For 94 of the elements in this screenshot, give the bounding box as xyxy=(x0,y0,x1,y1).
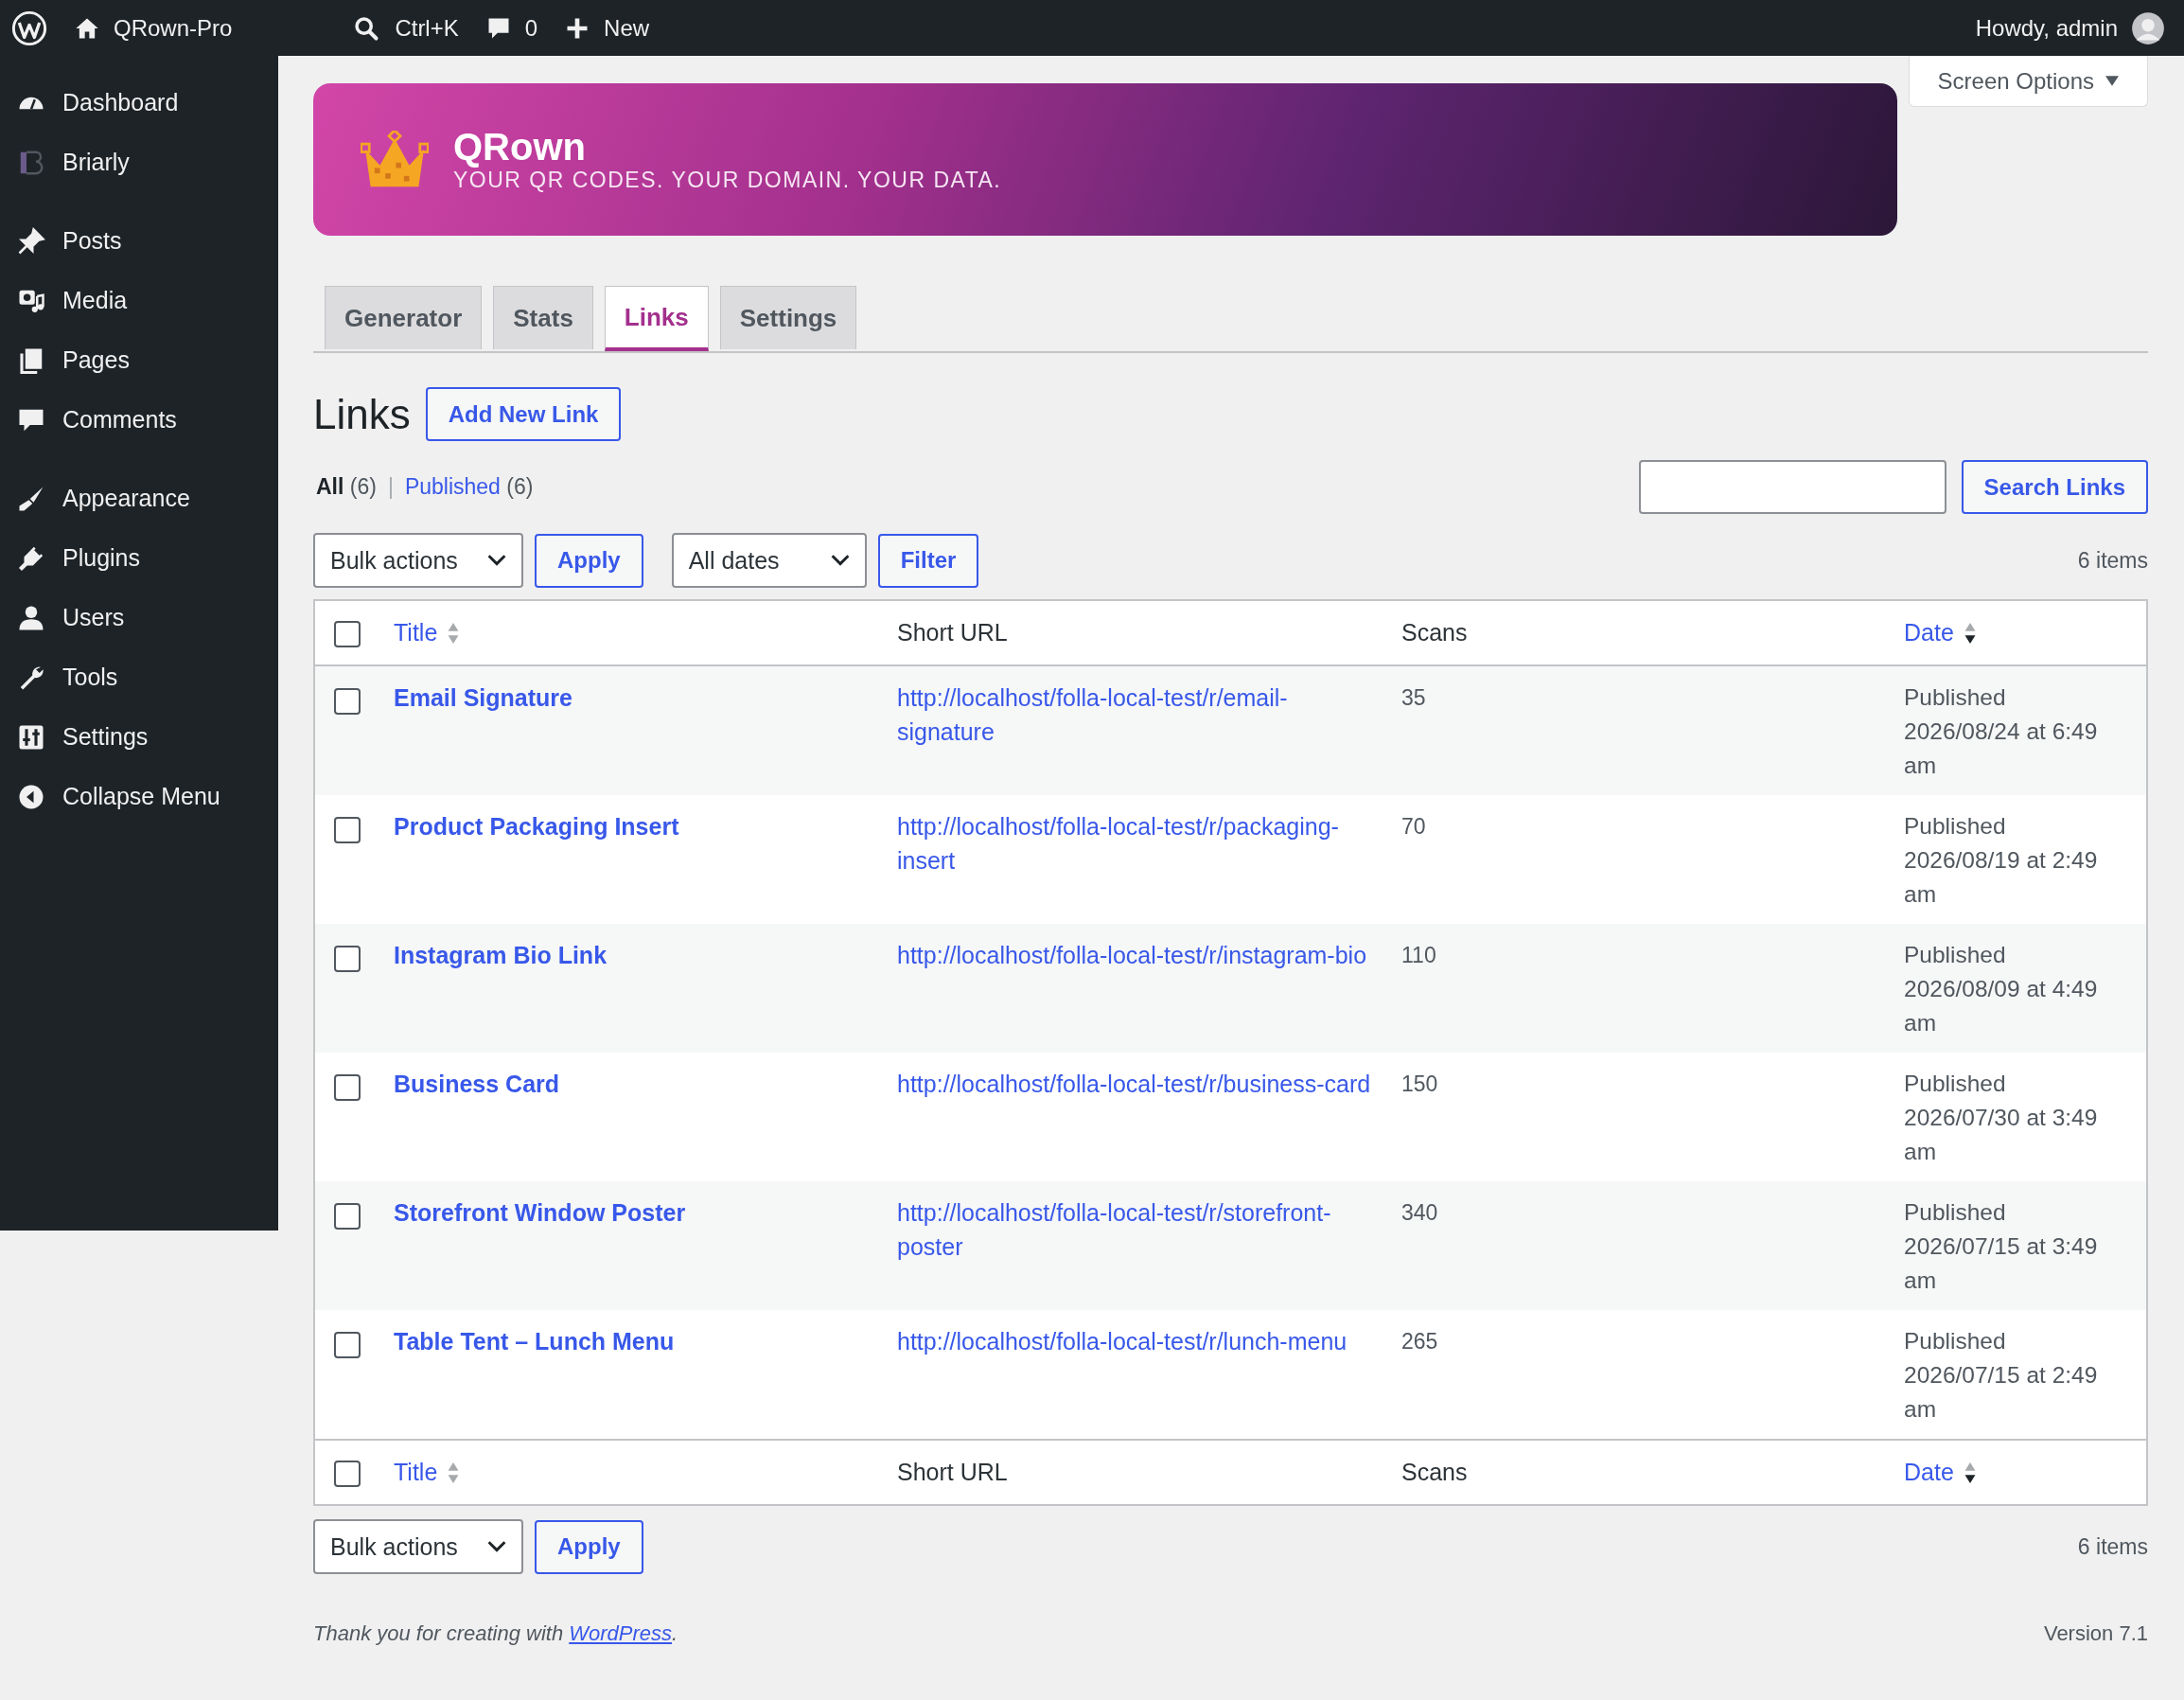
column-header: Short URL xyxy=(897,619,1008,646)
post-date: 2026/07/15 at 2:49 am xyxy=(1904,1361,2099,1424)
menu-item[interactable]: Pages xyxy=(0,330,278,390)
link-title[interactable]: Business Card xyxy=(394,1071,560,1097)
dates-select[interactable]: All dates xyxy=(671,533,867,588)
column-header-link[interactable]: Title xyxy=(394,619,461,646)
row-checkbox[interactable] xyxy=(334,1202,361,1230)
menu-item[interactable]: Settings xyxy=(0,707,278,767)
scan-count: 340 xyxy=(1401,1200,1438,1225)
column-header-link[interactable]: Date xyxy=(1904,619,1977,646)
separator: | xyxy=(387,474,394,500)
row-checkbox[interactable] xyxy=(334,1073,361,1101)
menu-item[interactable]: Briarly xyxy=(0,133,278,192)
short-url-link[interactable]: http://localhost/folla-local-test/r/packaging-insert xyxy=(897,809,1379,877)
post-status: Published xyxy=(1904,1198,2007,1227)
chevron-icon xyxy=(830,555,850,566)
scan-count: 265 xyxy=(1401,1329,1438,1354)
page-heading: Links xyxy=(313,390,411,438)
post-date: 2026/08/19 at 2:49 am xyxy=(1904,846,2099,909)
screen-options-button[interactable]: Screen Options xyxy=(1908,56,2148,107)
version-text: Version 7.1 xyxy=(2043,1621,2148,1646)
column-header: Scans xyxy=(1401,1459,1468,1485)
link-title[interactable]: Instagram Bio Link xyxy=(394,942,608,968)
item-count: 6 items xyxy=(2077,547,2148,574)
item-count: 6 items xyxy=(2077,1533,2148,1560)
filter-button[interactable]: Filter xyxy=(877,533,979,588)
post-status: Published xyxy=(1904,812,2007,841)
search-icon xyxy=(353,14,380,42)
menu-item[interactable]: Posts xyxy=(0,211,278,271)
account-link[interactable]: Howdy, admin xyxy=(1975,10,2165,45)
column-header: Scans xyxy=(1401,619,1468,646)
post-date: 2026/08/09 at 4:49 am xyxy=(1904,975,2099,1037)
row-checkbox[interactable] xyxy=(334,816,361,843)
logo-icon[interactable] xyxy=(11,9,47,46)
menu-item[interactable]: Comments xyxy=(0,390,278,450)
short-url-link[interactable]: http://localhost/folla-local-test/r/business-card xyxy=(897,1067,1379,1101)
view-filter-link[interactable]: Published (6) xyxy=(404,474,534,500)
chevron-icon xyxy=(487,555,506,566)
apply-button[interactable]: Apply xyxy=(535,533,643,588)
menu-item[interactable]: Dashboard xyxy=(0,73,278,133)
new-link[interactable]: New xyxy=(564,14,650,42)
bulk-actions-select[interactable]: Bulk actions xyxy=(313,1519,523,1574)
menu-item[interactable]: Plugins xyxy=(0,528,278,588)
bulk-actions-select[interactable]: Bulk actions xyxy=(313,533,523,588)
nav-tab[interactable]: Links xyxy=(604,286,709,351)
link-title[interactable]: Product Packaging Insert xyxy=(394,813,679,840)
comments-link[interactable]: 0 xyxy=(484,14,538,42)
menu-item[interactable]: Users xyxy=(0,588,278,647)
post-date: 2026/07/15 at 3:49 am xyxy=(1904,1232,2099,1295)
apply-button[interactable]: Apply xyxy=(535,1519,643,1574)
triangle-icon xyxy=(2105,75,2119,87)
scan-count: 35 xyxy=(1401,685,1426,710)
menu-item[interactable]: Appearance xyxy=(0,469,278,528)
scan-count: 110 xyxy=(1401,943,1436,967)
search-link[interactable]: Ctrl+K xyxy=(353,14,459,42)
post-status: Published xyxy=(1904,941,2007,969)
banner-title: QRown xyxy=(453,126,587,168)
post-date: 2026/07/30 at 3:49 am xyxy=(1904,1104,2099,1166)
search-links-button[interactable]: Search Links xyxy=(1961,460,2148,514)
post-status: Published xyxy=(1904,683,2007,712)
column-header-link[interactable]: Title xyxy=(394,1459,461,1486)
avatar-icon xyxy=(2131,10,2165,45)
footer-text: Thank you for creating with WordPress. xyxy=(313,1621,678,1646)
post-status: Published xyxy=(1904,1327,2007,1355)
short-url-link[interactable]: http://localhost/folla-local-test/r/lunch-menu xyxy=(897,1324,1379,1358)
nav-tab[interactable]: Stats xyxy=(493,286,593,349)
menu-item[interactable]: Collapse Menu xyxy=(0,767,278,826)
row-checkbox[interactable] xyxy=(334,1331,361,1358)
post-date: 2026/08/24 at 6:49 am xyxy=(1904,717,2099,780)
link-title[interactable]: Storefront Window Poster xyxy=(394,1199,686,1226)
link-title[interactable]: Table Tent – Lunch Menu xyxy=(394,1328,675,1355)
add-new-link-button[interactable]: Add New Link xyxy=(425,387,622,441)
row-checkbox[interactable] xyxy=(334,687,361,715)
nav-tab[interactable]: Generator xyxy=(325,286,483,349)
pin-icon xyxy=(17,226,45,256)
view-filter-link[interactable]: All (6) xyxy=(316,474,377,500)
banner-tagline: YOUR QR CODES. YOUR DOMAIN. YOUR DATA. xyxy=(453,168,1002,193)
column-header-link[interactable]: Date xyxy=(1904,1459,1977,1486)
select-all-checkbox[interactable] xyxy=(334,620,361,647)
chevron-icon xyxy=(487,1541,506,1552)
nav-tab[interactable]: Settings xyxy=(719,286,857,349)
scan-count: 70 xyxy=(1401,814,1426,839)
crown-icon xyxy=(361,130,429,189)
menu-item[interactable]: Tools xyxy=(0,647,278,707)
select-all-checkbox[interactable] xyxy=(334,1460,361,1487)
menu-item[interactable]: Media xyxy=(0,271,278,330)
search-field[interactable] xyxy=(1638,460,1946,514)
column-header: Short URL xyxy=(897,1459,1008,1485)
site-link[interactable]: QRown-Pro xyxy=(74,14,233,42)
wordpress-link[interactable]: WordPress xyxy=(569,1621,673,1645)
link-title[interactable]: Email Signature xyxy=(394,684,572,711)
post-status: Published xyxy=(1904,1070,2007,1098)
scan-count: 150 xyxy=(1401,1071,1438,1096)
row-checkbox[interactable] xyxy=(334,945,361,972)
